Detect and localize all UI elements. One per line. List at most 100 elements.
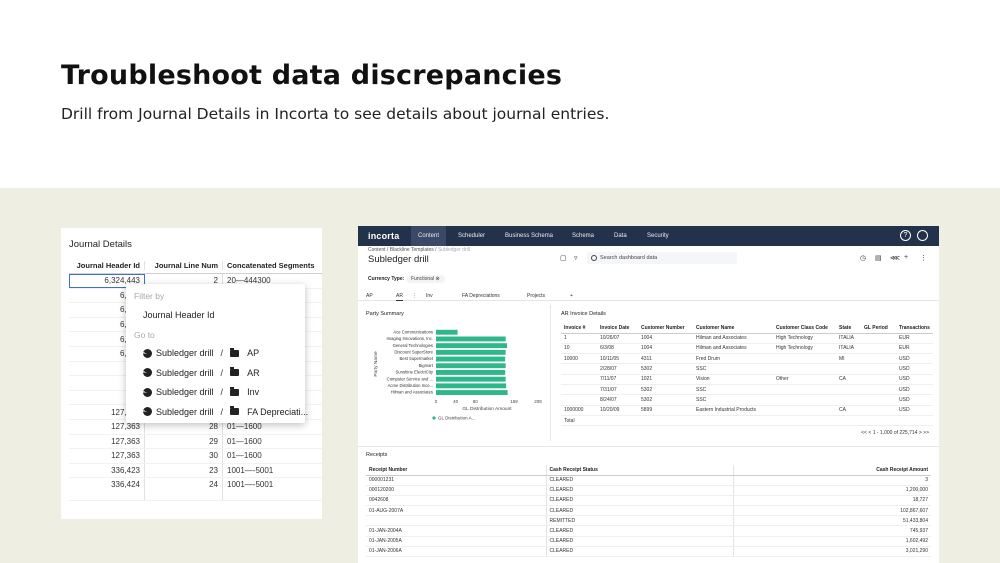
party-bar[interactable] — [436, 356, 506, 362]
party-bar[interactable] — [436, 343, 508, 349]
party-bar[interactable] — [436, 363, 506, 369]
journal-line-num-cell[interactable]: 30 — [145, 449, 223, 463]
add-icon[interactable]: + — [904, 254, 908, 261]
party-bar[interactable] — [436, 329, 458, 335]
party-bar[interactable] — [436, 349, 506, 355]
legend-label[interactable]: GL Distribution A... — [438, 416, 475, 421]
x-tick-label: 208 — [534, 399, 542, 404]
journal-row[interactable]: 336,423 23 1001—-5001 — [69, 463, 322, 479]
col-journal-header-id[interactable]: Journal Header Id — [69, 261, 145, 270]
journal-line-num-cell[interactable]: 29 — [145, 434, 223, 449]
nav-tab-business-schema[interactable]: Business Schema — [498, 226, 560, 246]
drill-target-label: AP — [247, 348, 260, 358]
receipts-header-row: Receipt Number Cash Receipt Status Cash Re… — [366, 465, 931, 476]
receipts-row[interactable]: REMITTED 51,433,804 — [366, 515, 931, 527]
search-dashboard-input[interactable]: Search dashboard data — [587, 252, 737, 264]
share-icon[interactable]: ⋘ — [890, 254, 900, 262]
ar-col-header[interactable]: Customer Name — [693, 324, 773, 334]
filter-icon[interactable]: ▿ — [574, 254, 578, 262]
rc-col-receipt-number[interactable]: Receipt Number — [366, 465, 546, 476]
dash-tab-inv[interactable]: Inv — [426, 293, 433, 299]
rc-col-amount[interactable]: Cash Receipt Amount — [732, 465, 931, 476]
nav-tab-security[interactable]: Security — [640, 226, 676, 246]
drill-item-fa-depreciation[interactable]: Subledger drill / FA Depreciati... — [143, 406, 308, 417]
breadcrumb-content[interactable]: Content — [368, 247, 386, 253]
concatenated-segments-cell[interactable]: 1001—-5001 — [223, 464, 322, 478]
help-icon[interactable]: ? — [900, 230, 911, 241]
ar-col-header[interactable]: Customer Number — [638, 324, 693, 334]
dash-tab-ar[interactable]: AR — [396, 293, 403, 301]
journal-header-id-cell[interactable]: 127,363 — [69, 449, 145, 463]
first-page-button[interactable]: << — [861, 430, 867, 436]
party-bar[interactable] — [436, 336, 506, 342]
user-avatar-icon[interactable] — [917, 230, 928, 241]
journal-line-num-cell[interactable]: 24 — [145, 478, 223, 501]
journal-row[interactable]: 127,363 30 01—1600 — [69, 449, 322, 464]
receipts-row[interactable]: 000001231 CLEARED 3 — [366, 475, 931, 486]
drill-item-inv[interactable]: Subledger drill / Inv — [143, 386, 259, 397]
ar-row[interactable]: Total — [561, 415, 933, 427]
more-icon[interactable]: ⋮ — [920, 254, 927, 262]
concatenated-segments-cell[interactable]: 01—1600 — [223, 435, 322, 449]
last-page-button[interactable]: >> — [923, 430, 929, 436]
nav-tab-data[interactable]: Data — [607, 226, 634, 246]
journal-row[interactable]: 336,424 24 1001—-5001 — [69, 478, 322, 502]
dash-tab-fa-depreciations[interactable]: FA Depreciations — [462, 293, 500, 299]
ar-row[interactable]: 7/11/07 1021 Vision Other CA USD — [561, 374, 933, 385]
ar-col-header[interactable]: Customer Class Code — [773, 324, 836, 334]
ar-row[interactable]: 1000000 10/20/09 5899 Eastern Industrial Pr… — [561, 405, 933, 416]
dash-tab-projects[interactable]: Projects — [527, 293, 545, 299]
ar-col-header[interactable]: Invoice # — [561, 324, 597, 334]
journal-header-id-cell[interactable]: 127,363 — [69, 434, 145, 449]
concatenated-segments-cell[interactable]: 1001—-5001 — [223, 478, 322, 500]
remove-filter-icon[interactable]: ⊗ — [435, 276, 439, 282]
clock-icon[interactable]: ◷ — [860, 254, 866, 262]
nav-tab-scheduler[interactable]: Scheduler — [451, 226, 492, 246]
ar-col-header[interactable]: State — [836, 324, 861, 334]
col-journal-line-num[interactable]: Journal Line Num — [145, 261, 223, 270]
journal-line-num-cell[interactable]: 23 — [145, 463, 223, 478]
receipts-row[interactable]: 01-AUG-2007A CLEARED 102,867,607 — [366, 505, 931, 517]
tab-menu-icon[interactable]: ⋮ — [412, 293, 417, 299]
next-page-button[interactable]: > — [919, 430, 922, 436]
party-bar[interactable] — [436, 376, 506, 382]
concatenated-segments-cell[interactable]: 01—1600 — [223, 449, 322, 463]
currency-filter-chip[interactable]: Functional ⊗ — [406, 275, 445, 283]
nav-tab-schema[interactable]: Schema — [565, 226, 601, 246]
ar-row[interactable]: 2/28/07 5302 SSC USD — [561, 363, 933, 375]
party-bar[interactable] — [436, 390, 508, 395]
ar-row[interactable]: 10 6/3/08 1004 Hilman and Associates High Te… — [561, 343, 933, 355]
document-icon[interactable]: ▤ — [875, 254, 882, 262]
receipts-row[interactable]: 01-JAN-2006A CLEARED 3,021,290 — [366, 546, 931, 558]
party-bar[interactable] — [436, 370, 506, 375]
drill-item-ar[interactable]: Subledger drill / AR — [143, 367, 260, 378]
receipts-row[interactable]: 0042608 CLEARED 18,727 — [366, 495, 931, 507]
ar-row[interactable]: 1 10/26/07 1004 Hilman and Associates High T… — [561, 333, 933, 344]
nav-tab-content[interactable]: Content — [411, 226, 447, 246]
ar-row[interactable]: 10000 10/11/05 4311 Fred Drum MI USD — [561, 353, 933, 365]
receipts-row[interactable]: 01-JAN-2005A CLEARED 1,602,492 — [366, 536, 931, 547]
ar-col-header[interactable]: Invoice Date — [597, 324, 638, 334]
incorta-logo[interactable]: incorta — [368, 231, 399, 241]
filter-journal-header-id[interactable]: Journal Header Id — [143, 310, 215, 320]
journal-header-id-cell[interactable]: 336,424 — [69, 478, 145, 501]
ar-col-header[interactable]: GL Period — [861, 324, 896, 334]
receipts-row[interactable]: 000120200 CLEARED 1,200,000 — [366, 485, 931, 496]
party-bar[interactable] — [436, 383, 507, 389]
breadcrumb-blackline[interactable]: Blackline Templates — [390, 247, 434, 253]
receipts-row[interactable]: 01-JAN-2004A CLEARED 745,937 — [366, 525, 931, 537]
journal-row[interactable]: 127,363 29 01—1600 — [69, 434, 322, 450]
ar-row[interactable]: 7/31/07 5302 SSC USD — [561, 384, 933, 396]
drill-dashboard-label: Subledger drill — [156, 367, 214, 378]
bookmark-icon[interactable]: ▢ — [560, 254, 567, 262]
path-separator: / — [220, 367, 224, 378]
add-tab-button[interactable]: + — [570, 293, 573, 299]
prev-page-button[interactable]: < — [868, 430, 871, 436]
ar-col-header[interactable]: Transactions — [896, 324, 933, 334]
drill-item-ap[interactable]: Subledger drill / AP — [143, 347, 260, 358]
col-concatenated-segments[interactable]: Concatenated Segments — [223, 261, 322, 270]
rc-col-status[interactable]: Cash Receipt Status — [545, 465, 733, 476]
journal-header-id-cell[interactable]: 336,423 — [69, 463, 145, 478]
ar-row[interactable]: 8/24/07 5302 SSC USD — [561, 394, 933, 406]
dash-tab-ap[interactable]: AP — [366, 293, 373, 299]
